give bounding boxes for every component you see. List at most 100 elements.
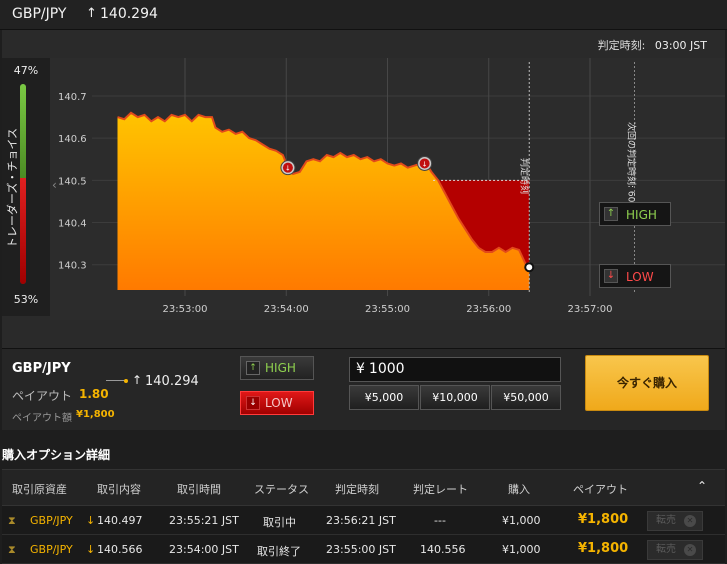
y-tick-label: 140.6 bbox=[58, 134, 87, 145]
sentiment-low-percent: 53% bbox=[13, 293, 39, 306]
y-tick-label: 140.4 bbox=[58, 219, 87, 230]
header-judge-time: 判定時刻 bbox=[335, 483, 379, 496]
table-header: 取引原資産 取引内容 取引時間 ステータス 判定時刻 判定レート 購入 ペイアウ… bbox=[2, 470, 725, 506]
amount-input[interactable]: ¥1000 bbox=[349, 357, 561, 382]
header-trade-time: 取引時間 bbox=[177, 483, 221, 496]
chart-high-label: HIGH bbox=[626, 208, 657, 222]
row-judge-rate: --- bbox=[434, 514, 446, 527]
resell-label: 転売 bbox=[656, 544, 676, 555]
row-time: 23:55:21 JST bbox=[169, 514, 239, 527]
traders-choice-panel: 47% トレーダーズ・チョイス 53% bbox=[2, 58, 50, 316]
chart-low-indicator: ↓ LOW bbox=[599, 264, 671, 288]
sentiment-high-fill bbox=[20, 84, 26, 178]
x-tick-label: 23:55:00 bbox=[365, 304, 410, 315]
current-price: 140.294 bbox=[100, 6, 158, 22]
row-asset: GBP/JPY bbox=[30, 514, 73, 527]
row-time: 23:54:00 JST bbox=[169, 543, 239, 556]
amount-value: 1000 bbox=[368, 361, 405, 377]
row-payout: ¥1,800 bbox=[578, 512, 629, 527]
chart-high-indicator: ↑ HIGH bbox=[599, 202, 671, 226]
purchase-details-title: 購入オプション詳細 bbox=[2, 448, 111, 462]
judge-time-value: 03:00 JST bbox=[654, 39, 707, 52]
trade-panel: GBP/JPY ↑ 140.294 ペイアウト 1.80 ペイアウト額 ¥1,8… bbox=[2, 348, 725, 430]
svg-text:↓: ↓ bbox=[285, 165, 291, 173]
arrow-down-icon: ↓ bbox=[86, 543, 96, 556]
row-asset: GBP/JPY bbox=[30, 543, 73, 556]
header-direction: 取引内容 bbox=[97, 483, 141, 496]
resell-button[interactable]: 転売 ✕ bbox=[647, 540, 703, 560]
high-button[interactable]: ↑ HIGH bbox=[240, 356, 314, 380]
trade-price-up-icon: ↑ bbox=[132, 373, 143, 387]
chart-low-label: LOW bbox=[626, 270, 654, 284]
row-judge-time: 23:56:21 JST bbox=[326, 514, 396, 527]
y-tick-label: 140.7 bbox=[58, 92, 87, 103]
collapse-table-icon[interactable]: ⌃ bbox=[697, 479, 707, 493]
header-purchase: 購入 bbox=[508, 483, 530, 496]
row-payout: ¥1,800 bbox=[578, 541, 629, 556]
asset-header: GBP/JPY ↑ 140.294 bbox=[0, 0, 727, 30]
x-tick-label: 23:53:00 bbox=[163, 304, 208, 315]
row-status: 取引中 bbox=[263, 516, 296, 529]
judge-time: 判定時刻: 03:00 JST bbox=[598, 37, 707, 53]
hourglass-icon: ⧗ bbox=[8, 514, 16, 527]
header-status: ステータス bbox=[254, 483, 309, 496]
y-tick-label: 140.3 bbox=[58, 261, 87, 272]
payout-value: 1.80 bbox=[79, 387, 109, 401]
close-icon: ✕ bbox=[684, 544, 696, 556]
x-tick-label: 23:57:00 bbox=[568, 304, 613, 315]
row-purchase: ¥1,000 bbox=[502, 543, 541, 556]
arrow-up-icon: ↑ bbox=[246, 361, 260, 375]
header-asset: 取引原資産 bbox=[12, 483, 67, 496]
chart-panel: 判定時刻: 03:00 JST 47% トレーダーズ・チョイス 53% 140.… bbox=[2, 30, 725, 348]
collapse-chevron-icon[interactable]: ‹ bbox=[52, 178, 57, 192]
header-payout: ペイアウト bbox=[573, 483, 628, 496]
table-row: ⧗ GBP/JPY ↓ 140.497 23:55:21 JST 取引中 23:… bbox=[2, 507, 725, 535]
payout-amount-label: ペイアウト額 bbox=[12, 413, 72, 424]
arrow-down-icon: ↓ bbox=[604, 269, 618, 283]
sentiment-high-percent: 47% bbox=[13, 64, 39, 77]
arrow-down-icon: ↓ bbox=[86, 514, 96, 527]
judge-time-label: 判定時刻: bbox=[597, 39, 646, 52]
arrow-up-icon: ↑ bbox=[604, 207, 618, 221]
next-judge-vertical-label: 次回の判定時刻: 60 秒 bbox=[626, 122, 638, 214]
current-price-dot bbox=[524, 262, 535, 273]
low-button[interactable]: ↓ LOW bbox=[240, 391, 314, 415]
sentiment-bar bbox=[20, 84, 26, 284]
buy-now-button[interactable]: 今すぐ購入 bbox=[585, 355, 709, 411]
row-judge-rate: 140.556 bbox=[420, 543, 466, 556]
expiry-vertical-label: 判定時刻 bbox=[518, 158, 530, 194]
price-pointer-dot bbox=[124, 379, 128, 383]
low-button-label: LOW bbox=[265, 396, 293, 410]
trade-asset-pair: GBP/JPY bbox=[12, 361, 71, 376]
purchase-details-table: 取引原資産 取引内容 取引時間 ステータス 判定時刻 判定レート 購入 ペイアウ… bbox=[2, 469, 725, 564]
x-tick-label: 23:54:00 bbox=[264, 304, 309, 315]
price-up-arrow-icon: ↑ bbox=[86, 6, 97, 21]
row-rate: 140.566 bbox=[97, 543, 143, 556]
arrow-down-icon: ↓ bbox=[246, 396, 260, 410]
preset-50000-button[interactable]: ¥50,000 bbox=[491, 385, 561, 410]
asset-pair: GBP/JPY bbox=[12, 6, 67, 22]
resell-label: 転売 bbox=[656, 515, 676, 526]
preset-5000-button[interactable]: ¥5,000 bbox=[349, 385, 419, 410]
preset-10000-button[interactable]: ¥10,000 bbox=[420, 385, 490, 410]
sentiment-low-fill bbox=[20, 178, 26, 284]
traders-choice-label: トレーダーズ・チョイス bbox=[6, 127, 19, 249]
x-tick-label: 23:56:00 bbox=[466, 304, 511, 315]
svg-text:↓: ↓ bbox=[422, 160, 428, 168]
close-icon: ✕ bbox=[684, 515, 696, 527]
trade-current-price: 140.294 bbox=[145, 374, 199, 389]
price-pointer-line bbox=[106, 380, 126, 381]
hourglass-icon: ⧗ bbox=[8, 543, 16, 556]
resell-button[interactable]: 転売 ✕ bbox=[647, 511, 703, 531]
header-judge-rate: 判定レート bbox=[413, 483, 468, 496]
row-judge-time: 23:55:00 JST bbox=[326, 543, 396, 556]
trade-marker[interactable]: ↓ bbox=[417, 155, 433, 171]
row-status: 取引終了 bbox=[257, 545, 301, 558]
trade-marker[interactable]: ↓ bbox=[280, 160, 296, 176]
y-tick-label: 140.5 bbox=[58, 176, 87, 187]
high-button-label: HIGH bbox=[265, 361, 296, 375]
payout-amount-value: ¥1,800 bbox=[76, 409, 115, 420]
row-purchase: ¥1,000 bbox=[502, 514, 541, 527]
payout-label: ペイアウト bbox=[12, 389, 73, 403]
table-row: ⧗ GBP/JPY ↓ 140.566 23:54:00 JST 取引終了 23… bbox=[2, 536, 725, 564]
